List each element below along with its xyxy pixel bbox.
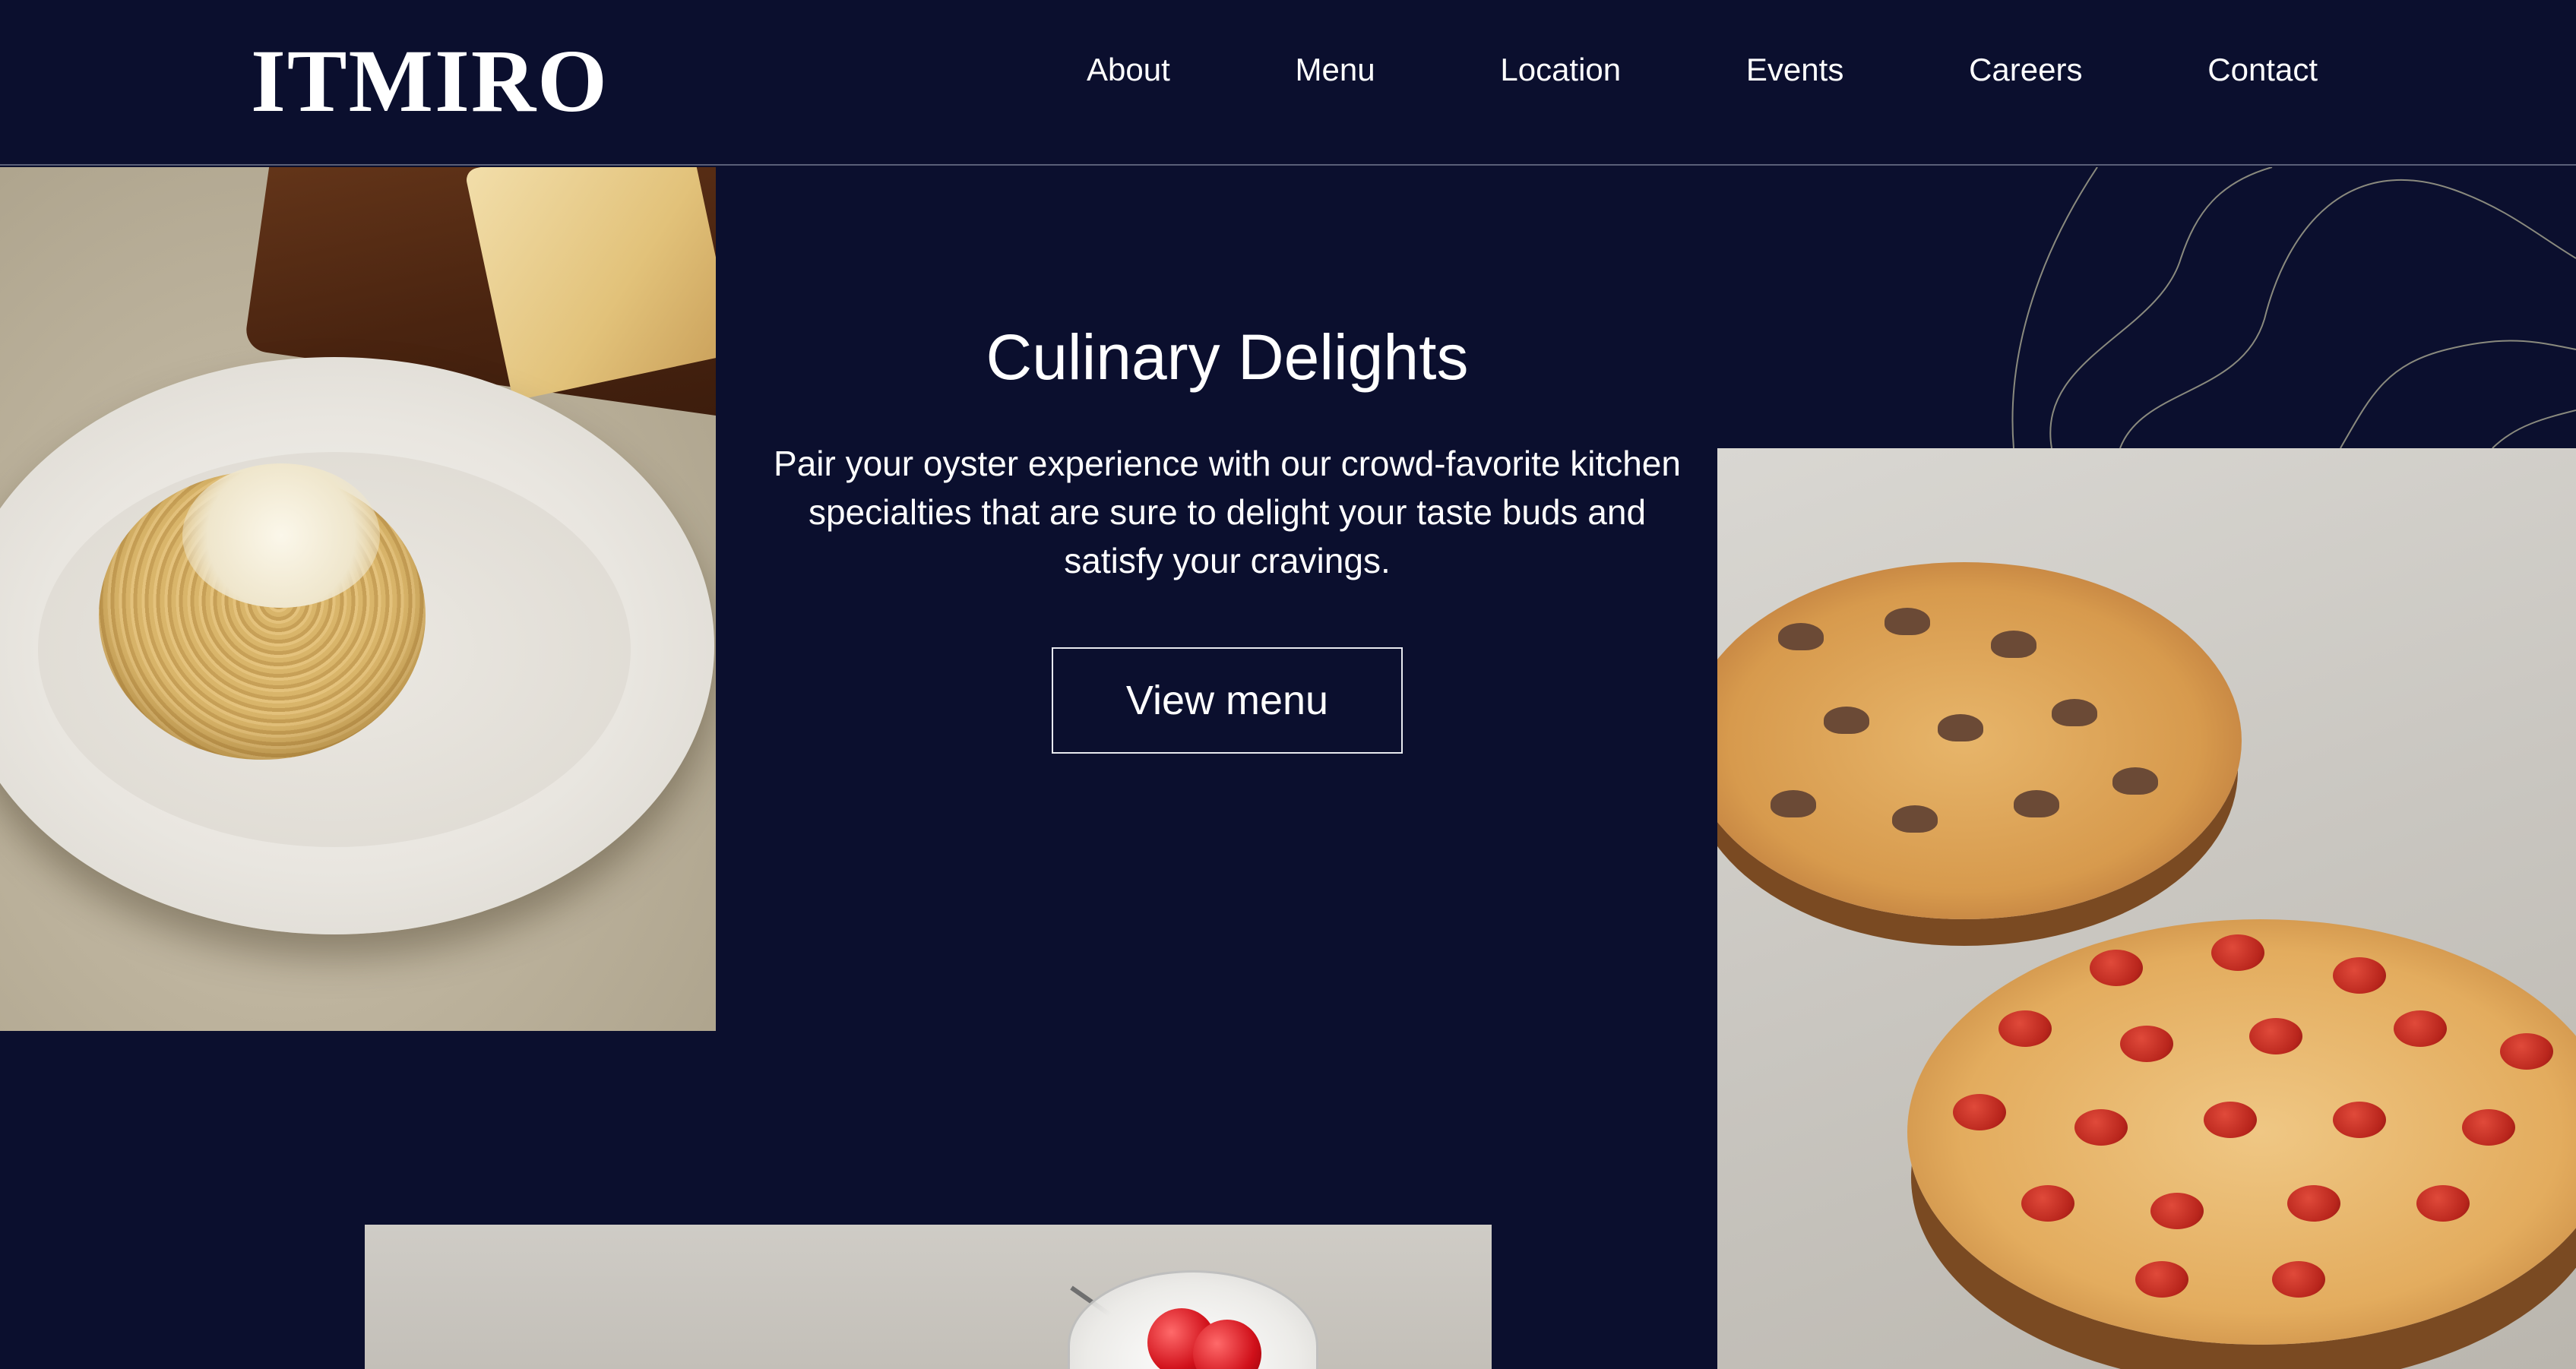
nav-menu[interactable]: Menu bbox=[1296, 52, 1375, 88]
mushroom-pizza bbox=[1717, 562, 2242, 919]
pepperoni bbox=[1953, 1094, 2006, 1130]
logo[interactable]: ITMIRO bbox=[251, 32, 609, 131]
nav-location[interactable]: Location bbox=[1500, 52, 1621, 88]
pepperoni bbox=[2120, 1026, 2173, 1062]
nav-about[interactable]: About bbox=[1087, 52, 1170, 88]
pepperoni bbox=[2211, 934, 2264, 971]
site-header: ITMIRO About Menu Location Events Career… bbox=[0, 0, 2576, 166]
pepperoni bbox=[1998, 1010, 2052, 1047]
pizza-image bbox=[1717, 448, 2576, 1369]
pepperoni bbox=[2021, 1185, 2074, 1222]
mushroom bbox=[1771, 790, 1816, 817]
pepperoni bbox=[2500, 1033, 2553, 1070]
pepperoni bbox=[2074, 1109, 2128, 1146]
nav-events[interactable]: Events bbox=[1746, 52, 1843, 88]
mushroom bbox=[2052, 699, 2097, 726]
spaghetti-image bbox=[0, 167, 716, 1031]
pepperoni bbox=[2249, 1018, 2302, 1054]
mushroom bbox=[1778, 623, 1824, 650]
pepperoni bbox=[2150, 1193, 2204, 1229]
pepperoni bbox=[2090, 950, 2143, 986]
mushroom bbox=[1892, 805, 1938, 833]
dessert-image bbox=[365, 1225, 1492, 1369]
pepperoni bbox=[2333, 957, 2386, 994]
pepperoni bbox=[2287, 1185, 2340, 1222]
mushroom bbox=[1885, 608, 1930, 635]
pepperoni bbox=[2204, 1102, 2257, 1138]
topographic-lines-decoration bbox=[2011, 167, 2576, 448]
pepperoni-pizza bbox=[1907, 919, 2576, 1345]
pepperoni bbox=[2394, 1010, 2447, 1047]
grated-parmesan bbox=[182, 463, 380, 608]
mushroom bbox=[1991, 631, 2036, 658]
mushroom bbox=[2014, 790, 2059, 817]
pepperoni bbox=[2135, 1261, 2188, 1298]
pepperoni bbox=[2272, 1261, 2325, 1298]
pepperoni bbox=[2416, 1185, 2470, 1222]
pepperoni bbox=[2462, 1109, 2515, 1146]
main-nav: About Menu Location Events Careers Conta… bbox=[1087, 47, 2318, 93]
pepperoni bbox=[2333, 1102, 2386, 1138]
hero-content: Culinary Delights Pair your oyster exper… bbox=[752, 311, 1702, 754]
mushroom bbox=[2112, 767, 2158, 795]
hero-description: Pair your oyster experience with our cro… bbox=[774, 444, 1681, 580]
nav-careers[interactable]: Careers bbox=[1969, 52, 2082, 88]
hero-title: Culinary Delights bbox=[986, 321, 1469, 393]
mushroom bbox=[1824, 707, 1869, 734]
nav-contact[interactable]: Contact bbox=[2207, 52, 2318, 88]
plate bbox=[0, 357, 714, 934]
view-menu-button[interactable]: View menu bbox=[1052, 647, 1403, 754]
mushroom bbox=[1938, 714, 1983, 741]
